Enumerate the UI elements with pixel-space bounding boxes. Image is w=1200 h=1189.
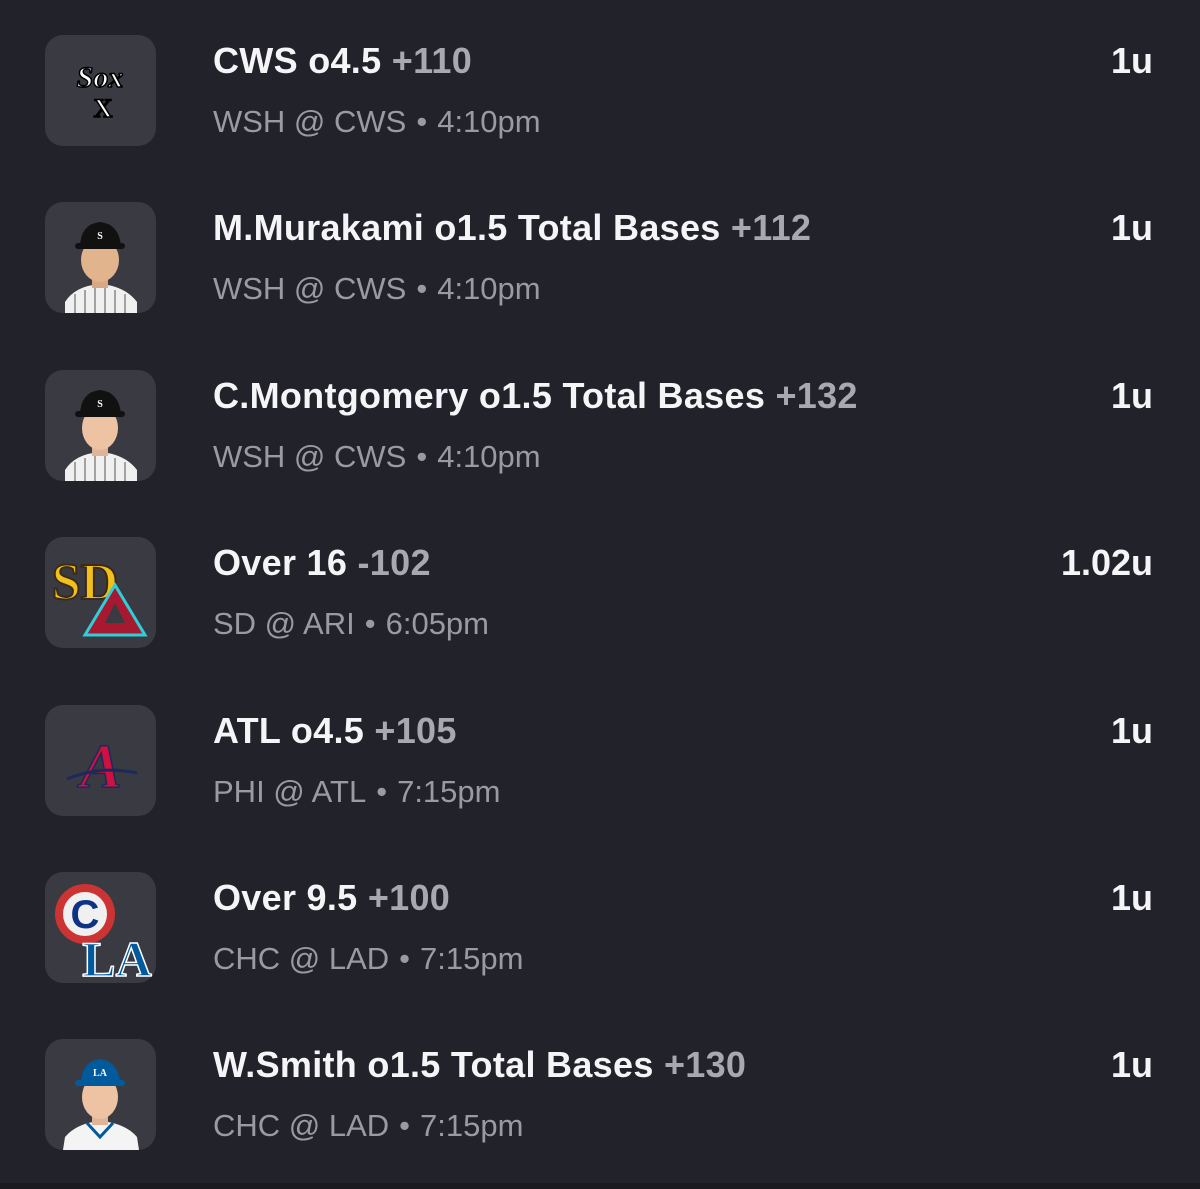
bet-row[interactable]: A ATL o4.5 +105 PHI @ ATL • 7:15pm 1u bbox=[0, 670, 1200, 837]
bet-units: 1.02u bbox=[1060, 542, 1153, 583]
svg-text:LA: LA bbox=[93, 1068, 108, 1079]
braves-logo-text: A bbox=[76, 733, 121, 801]
bet-units: 1u bbox=[1110, 710, 1153, 751]
bet-units: 1u bbox=[1110, 207, 1153, 248]
logo-text: Sox bbox=[77, 61, 124, 94]
bet-pick: C.Montgomery o1.5 Total Bases +132 bbox=[213, 375, 858, 416]
bet-meta: WSH @ CWS • 4:10pm bbox=[213, 104, 541, 139]
bet-row[interactable]: C LA Over 9.5 +100 CHC @ LAD • 7:15pm 1u bbox=[0, 837, 1200, 1004]
bet-row[interactable]: LA W.Smith o1.5 Total Bases +130 CHC @ L… bbox=[0, 1004, 1200, 1171]
bet-meta: CHC @ LAD • 7:15pm bbox=[213, 941, 524, 976]
bet-pick: Over 9.5 +100 bbox=[213, 877, 451, 918]
bet-meta: WSH @ CWS • 4:10pm bbox=[213, 271, 541, 306]
dodgers-logo-text: LA bbox=[82, 931, 151, 983]
bet-units: 1u bbox=[1110, 40, 1153, 81]
bet-meta: CHC @ LAD • 7:15pm bbox=[213, 1108, 524, 1143]
bet-pick: CWS o4.5 +110 bbox=[213, 40, 473, 81]
bet-meta: SD @ ARI • 6:05pm bbox=[213, 606, 489, 641]
bet-pick: Over 16 -102 bbox=[213, 542, 431, 583]
svg-text:S: S bbox=[97, 231, 103, 242]
bet-odds: +130 bbox=[663, 1044, 747, 1085]
bet-row[interactable]: S C.Montgomery o1.5 Total Bases +132 WSH… bbox=[0, 335, 1200, 502]
bet-pick: W.Smith o1.5 Total Bases +130 bbox=[213, 1044, 747, 1085]
bet-odds: -102 bbox=[357, 542, 431, 583]
bet-row[interactable]: Sox X CWS o4.5 +110 WSH @ CWS • 4:10pm 1u bbox=[0, 0, 1200, 167]
bet-units: 1u bbox=[1110, 1044, 1153, 1085]
svg-text:X: X bbox=[94, 94, 113, 123]
braves-logo-icon: A bbox=[45, 705, 156, 816]
white-sox-logo-icon: Sox X bbox=[45, 35, 156, 146]
bet-units: 1u bbox=[1110, 877, 1153, 918]
bet-meta: WSH @ CWS • 4:10pm bbox=[213, 439, 541, 474]
bet-meta: PHI @ ATL • 7:15pm bbox=[213, 774, 501, 809]
bet-row[interactable]: SD A Over 16 -102 SD @ ARI • 6:05pm 1.02u bbox=[0, 502, 1200, 669]
bet-odds: +100 bbox=[367, 877, 451, 918]
bet-odds: +105 bbox=[374, 710, 457, 751]
bet-row[interactable]: S M.Murakami o1.5 Total Bases +112 WSH @… bbox=[0, 167, 1200, 334]
bet-odds: +132 bbox=[775, 375, 858, 416]
bottom-divider bbox=[0, 1183, 1200, 1189]
bet-units: 1u bbox=[1110, 375, 1153, 416]
bet-pick: ATL o4.5 +105 bbox=[213, 710, 457, 751]
bet-pick: M.Murakami o1.5 Total Bases +112 bbox=[213, 207, 812, 248]
padres-diamondbacks-logo-icon: SD A bbox=[45, 537, 156, 648]
player-headshot-icon: S bbox=[45, 202, 156, 313]
player-headshot-icon: LA bbox=[45, 1039, 156, 1150]
svg-text:S: S bbox=[97, 399, 103, 410]
bet-odds: +112 bbox=[730, 207, 812, 248]
cubs-dodgers-logo-icon: C LA bbox=[45, 872, 156, 983]
bet-odds: +110 bbox=[391, 40, 473, 81]
player-headshot-icon: S bbox=[45, 370, 156, 481]
